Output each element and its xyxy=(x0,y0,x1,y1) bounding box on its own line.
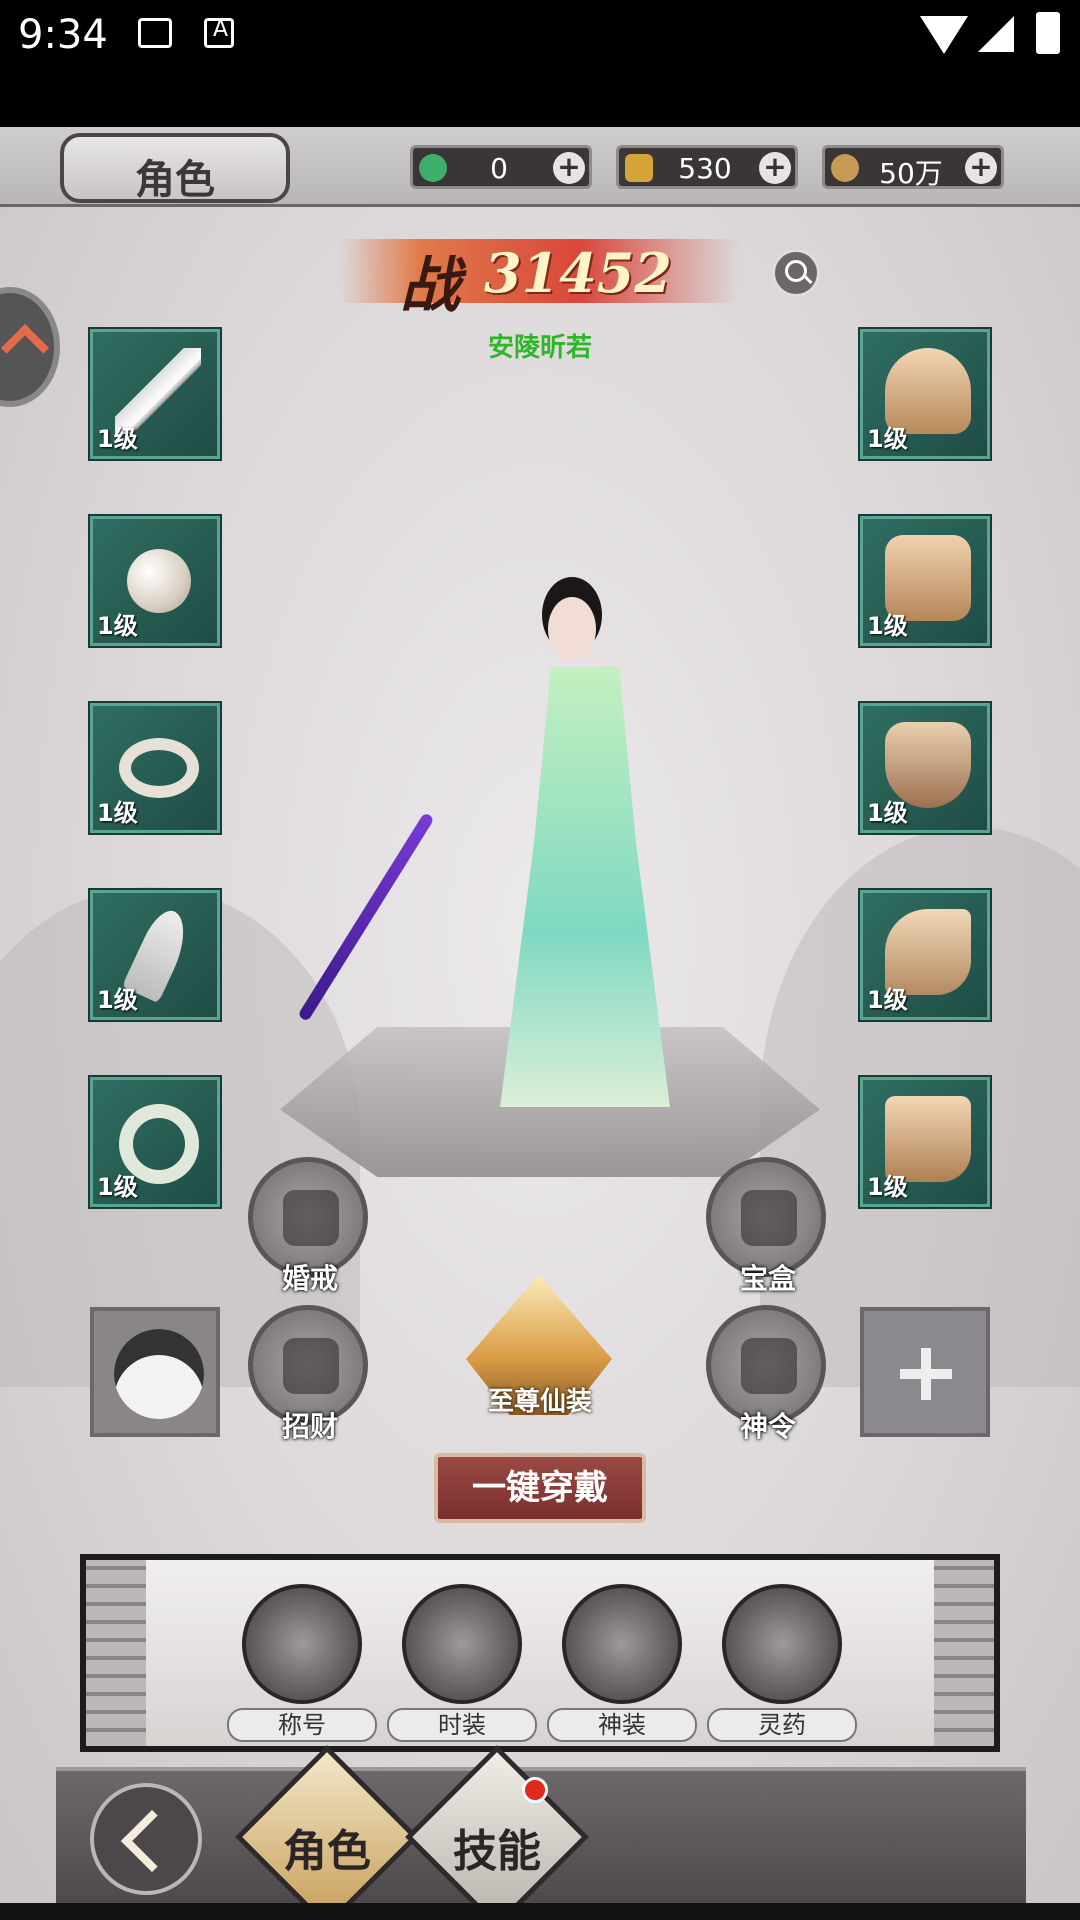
one-key-equip-button[interactable]: 一键穿戴 xyxy=(434,1453,646,1523)
slot-level: 1级 xyxy=(97,799,138,827)
app-notification-icon xyxy=(204,17,234,48)
wedding-ring-label: 婚戒 xyxy=(281,1262,338,1295)
token-icon xyxy=(741,1338,797,1394)
image-notification-icon xyxy=(138,18,172,48)
tab-fashion-label[interactable]: 时装 xyxy=(387,1708,537,1742)
status-time: 9:34 xyxy=(18,12,108,58)
notification-dot xyxy=(522,1777,548,1803)
equip-slot-shoulder[interactable]: 1级 xyxy=(860,703,990,833)
back-button[interactable] xyxy=(90,1783,202,1895)
pet-avatar-slot[interactable] xyxy=(90,1307,220,1437)
treasure-chest-icon xyxy=(741,1190,797,1246)
tab-title-label[interactable]: 称号 xyxy=(227,1708,377,1742)
power-label: 战 xyxy=(400,251,460,321)
equip-slot-armor[interactable]: 1级 xyxy=(860,516,990,646)
tab-elixir-button[interactable] xyxy=(722,1584,842,1704)
wifi-icon xyxy=(920,16,968,54)
pet-avatar-icon xyxy=(114,1329,204,1419)
slot-level: 1级 xyxy=(97,986,138,1014)
nav-tab-role-label: 角色 xyxy=(283,1826,371,1877)
treasure-box-label: 宝盒 xyxy=(739,1262,796,1295)
tab-title-button[interactable] xyxy=(242,1584,362,1704)
equip-slot-jade-bracelet[interactable]: 1级 xyxy=(90,1077,220,1207)
slot-level: 1级 xyxy=(867,986,908,1014)
power-value: 31452 xyxy=(484,241,672,305)
character-head xyxy=(548,597,596,661)
jade-currency-icon xyxy=(419,154,447,182)
tab-divine-gear-label[interactable]: 神装 xyxy=(547,1708,697,1742)
slot-level: 1级 xyxy=(97,425,138,453)
currency-value: 0 xyxy=(490,152,508,185)
battery-icon xyxy=(1036,12,1060,54)
equip-slot-ruyi[interactable]: 1级 xyxy=(90,890,220,1020)
wedding-ring-icon xyxy=(283,1190,339,1246)
character-dress xyxy=(500,667,670,1107)
fortune-label: 招财 xyxy=(281,1410,338,1443)
equip-slot-pendant[interactable]: 1级 xyxy=(90,516,220,646)
currency-value: 50万 xyxy=(879,157,943,190)
currency-coin: 50万 + xyxy=(822,145,1004,190)
character-model[interactable] xyxy=(297,557,670,1117)
add-coin-button[interactable]: + xyxy=(965,152,997,184)
tab-elixir-label[interactable]: 灵药 xyxy=(707,1708,857,1742)
currency-gold: 530 + xyxy=(616,145,798,189)
equip-slot-boots[interactable]: 1级 xyxy=(860,1077,990,1207)
equip-slot-sword[interactable]: 1级 xyxy=(90,329,220,459)
equip-slot-bracer[interactable]: 1级 xyxy=(860,890,990,1020)
pendant-icon xyxy=(127,549,191,613)
tab-fashion-button[interactable] xyxy=(402,1584,522,1704)
currency-value: 530 xyxy=(678,152,732,185)
add-slot-button[interactable] xyxy=(860,1307,990,1437)
slot-level: 1级 xyxy=(867,1173,908,1201)
lucky-cat-icon xyxy=(283,1338,339,1394)
slot-level: 1级 xyxy=(867,799,908,827)
slot-level: 1级 xyxy=(867,612,908,640)
scroll-cap-right xyxy=(934,1560,994,1746)
divine-order-label: 神令 xyxy=(739,1410,796,1443)
status-bar: 9:34 xyxy=(0,0,1080,127)
add-jade-button[interactable]: + xyxy=(553,152,585,184)
character-screen: 角色 0 + 530 + 50万 + 战 31452 安陵昕若 1级 1级 1级… xyxy=(0,127,1080,1920)
copper-coin-icon xyxy=(831,154,859,182)
page-title: 角色 xyxy=(135,157,215,203)
ring-icon xyxy=(119,738,199,798)
top-bar: 角色 0 + 530 + 50万 + xyxy=(0,127,1080,207)
add-gold-button[interactable]: + xyxy=(759,152,791,184)
character-sword xyxy=(297,812,435,1022)
nav-tab-skills-label: 技能 xyxy=(453,1826,541,1877)
equip-slot-helmet[interactable]: 1级 xyxy=(860,329,990,459)
page-title-plate: 角色 xyxy=(60,133,290,203)
gold-ingot-icon xyxy=(625,154,653,182)
slot-level: 1级 xyxy=(97,612,138,640)
signal-icon xyxy=(978,16,1014,52)
equip-slot-ring[interactable]: 1级 xyxy=(90,703,220,833)
supreme-outfit-label: 至尊仙装 xyxy=(487,1387,592,1417)
slot-level: 1级 xyxy=(867,425,908,453)
feature-scroll-panel: 称号 时装 神装 灵药 xyxy=(80,1554,1000,1752)
inspect-button[interactable] xyxy=(772,249,820,297)
navigation-bar xyxy=(0,1903,1080,1920)
scroll-cap-left xyxy=(86,1560,146,1746)
currency-jade: 0 + xyxy=(410,145,592,189)
slot-level: 1级 xyxy=(97,1173,138,1201)
tab-divine-gear-button[interactable] xyxy=(562,1584,682,1704)
